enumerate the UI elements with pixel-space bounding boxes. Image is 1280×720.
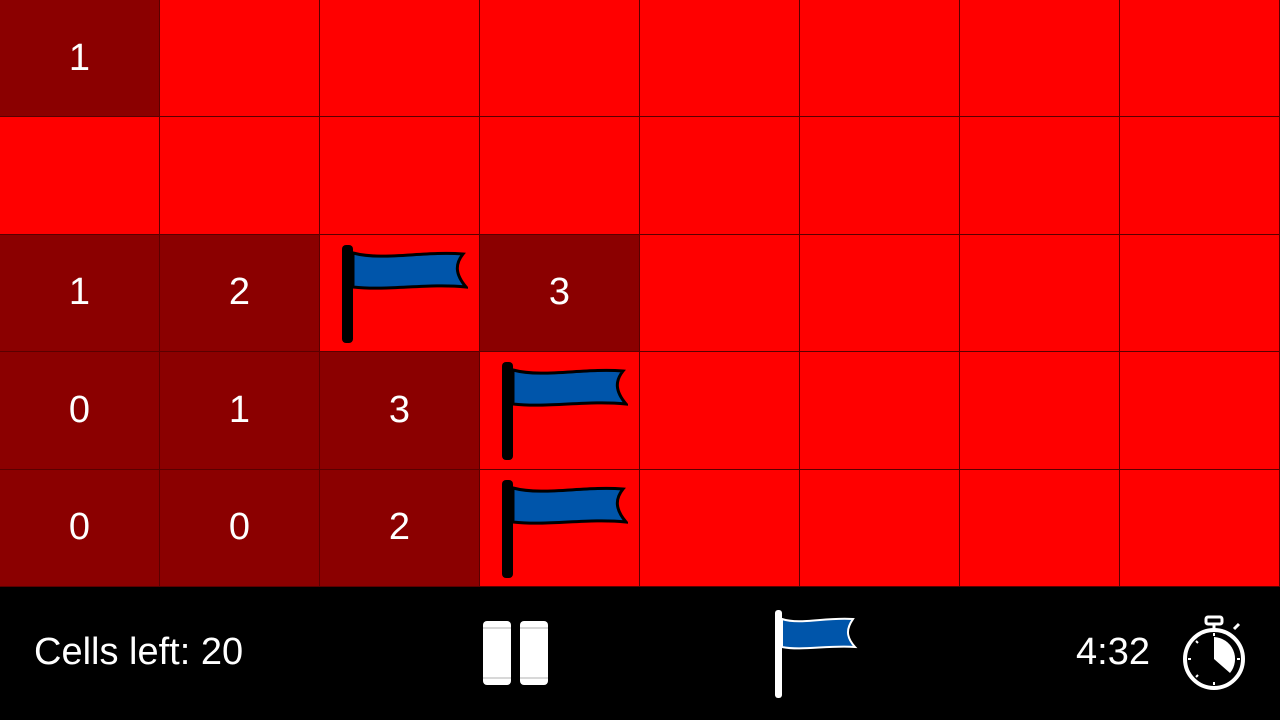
cell-r1-c3[interactable] xyxy=(320,0,480,118)
cell-r3-c3[interactable] xyxy=(320,234,480,353)
flag-icon xyxy=(775,610,858,698)
flag-mode-button[interactable] xyxy=(770,607,860,702)
cell-number: 3 xyxy=(548,271,571,314)
timer-display: 4:32 xyxy=(1076,631,1150,673)
cell-r1-c8[interactable] xyxy=(1120,0,1280,118)
cell-r3-c6[interactable] xyxy=(800,234,960,353)
cell-r4-c2[interactable]: 1 xyxy=(160,352,320,470)
cell-r1-c7[interactable] xyxy=(960,0,1120,118)
cell-r4-c8[interactable] xyxy=(1120,352,1280,470)
cell-r2-c8[interactable] xyxy=(1120,117,1280,235)
cell-number: 2 xyxy=(388,506,411,549)
cells-left-counter: Cells left: 20 xyxy=(34,631,244,673)
cell-number: 0 xyxy=(68,388,91,431)
flag-icon xyxy=(502,479,628,578)
cell-r1-c4[interactable] xyxy=(480,0,640,118)
cell-r1-c1[interactable]: 1 xyxy=(0,0,160,118)
cell-r1-c6[interactable] xyxy=(800,0,960,118)
cell-number: 0 xyxy=(228,506,251,549)
status-bar: Cells left: 20 4:32 xyxy=(0,587,1280,720)
cell-number: 0 xyxy=(68,506,91,549)
cell-r5-c5[interactable] xyxy=(640,469,800,587)
cell-r2-c4[interactable] xyxy=(480,117,640,235)
cell-r5-c1[interactable]: 0 xyxy=(0,469,160,587)
cell-r2-c1[interactable] xyxy=(0,117,160,235)
cell-r5-c7[interactable] xyxy=(960,469,1120,587)
cell-r5-c3[interactable]: 2 xyxy=(320,469,480,587)
pause-icon xyxy=(483,621,548,685)
cell-number: 2 xyxy=(228,271,251,314)
stopwatch-icon xyxy=(1178,615,1250,691)
cell-number: 1 xyxy=(228,388,251,431)
cell-r3-c4[interactable]: 3 xyxy=(480,234,640,353)
cell-r2-c2[interactable] xyxy=(160,117,320,235)
cell-r4-c6[interactable] xyxy=(800,352,960,470)
pause-button[interactable] xyxy=(480,617,552,689)
cell-r4-c7[interactable] xyxy=(960,352,1120,470)
cell-r2-c5[interactable] xyxy=(640,117,800,235)
cell-r4-c4[interactable] xyxy=(480,352,640,470)
cell-r3-c5[interactable] xyxy=(640,234,800,353)
cell-r4-c1[interactable]: 0 xyxy=(0,352,160,470)
cell-number: 1 xyxy=(68,36,91,79)
cell-r1-c2[interactable] xyxy=(160,0,320,118)
cell-r5-c2[interactable]: 0 xyxy=(160,469,320,587)
cell-r3-c8[interactable] xyxy=(1120,234,1280,353)
cell-r2-c3[interactable] xyxy=(320,117,480,235)
cell-r2-c6[interactable] xyxy=(800,117,960,235)
cell-number: 3 xyxy=(388,388,411,431)
cell-r3-c7[interactable] xyxy=(960,234,1120,353)
cell-r3-c2[interactable]: 2 xyxy=(160,234,320,353)
cell-r2-c7[interactable] xyxy=(960,117,1120,235)
flag-icon xyxy=(342,244,468,343)
cell-r1-c5[interactable] xyxy=(640,0,800,118)
cell-r3-c1[interactable]: 1 xyxy=(0,234,160,353)
cell-number: 1 xyxy=(68,271,91,314)
cell-r5-c8[interactable] xyxy=(1120,469,1280,587)
game-board: 1 1 2 3 0 1 3 0 0 2 xyxy=(0,0,1280,587)
flag-icon xyxy=(502,362,628,461)
cell-r5-c6[interactable] xyxy=(800,469,960,587)
cell-r4-c5[interactable] xyxy=(640,352,800,470)
cell-r5-c4[interactable] xyxy=(480,469,640,587)
cell-r4-c3[interactable]: 3 xyxy=(320,352,480,470)
